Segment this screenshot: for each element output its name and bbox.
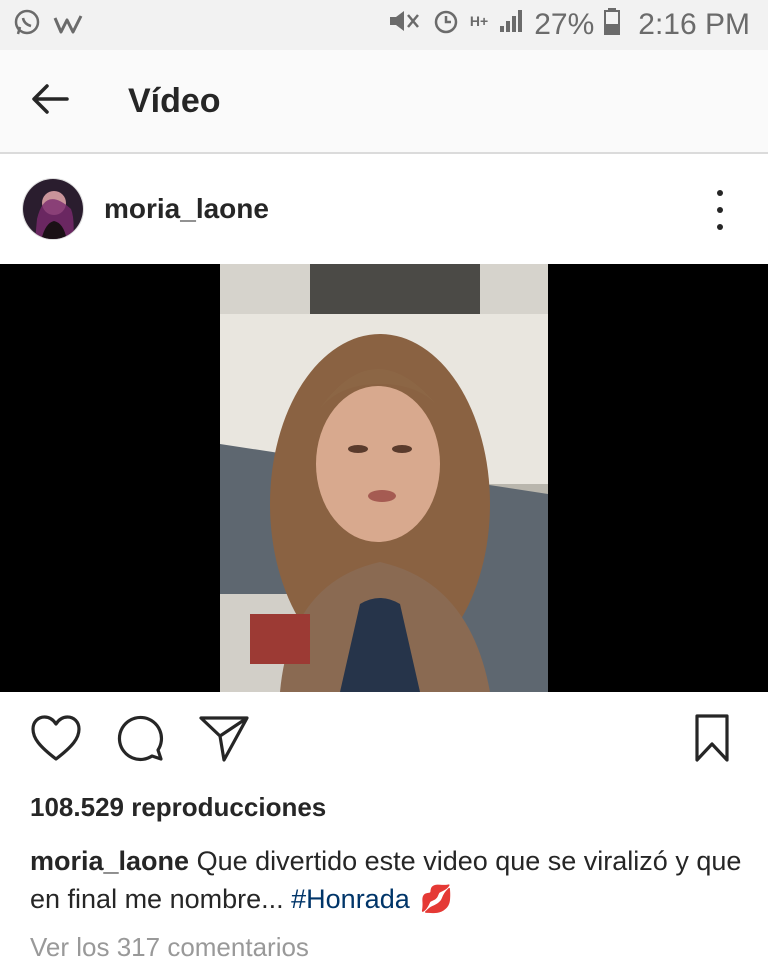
arrow-left-icon [31, 83, 69, 120]
alarm-icon [432, 7, 460, 43]
signal-icon [498, 8, 524, 42]
view-count: 108.529 reproducciones [30, 792, 327, 822]
mute-icon [386, 7, 422, 43]
bookmark-icon [692, 712, 732, 769]
post-actions [0, 706, 768, 776]
post-header: moria_laone [0, 156, 768, 262]
network-type: H+ [469, 13, 489, 29]
status-bar: H+ 27% 2:16 PM [0, 0, 768, 50]
comment-icon [114, 712, 166, 769]
caption: moria_laone Que divertido este video que… [30, 842, 750, 918]
wattpad-icon [52, 8, 86, 43]
page-title: Vídeo [128, 81, 221, 120]
battery-percent: 27% [534, 8, 595, 41]
share-button[interactable] [196, 712, 252, 768]
whatsapp-icon [12, 8, 42, 43]
view-comments-link[interactable]: Ver los 317 comentarios [30, 932, 309, 963]
save-button[interactable] [684, 712, 740, 768]
kiss-emoji: 💋 [419, 884, 454, 914]
video-player[interactable] [0, 264, 768, 692]
app-bar: Vídeo [0, 50, 768, 154]
post-username[interactable]: moria_laone [104, 193, 269, 225]
avatar[interactable] [22, 178, 84, 240]
comment-button[interactable] [112, 712, 168, 768]
more-options-button[interactable] [708, 190, 732, 230]
clock: 2:16 PM [638, 8, 750, 41]
share-icon [197, 712, 251, 769]
video-frame [220, 264, 548, 692]
back-button[interactable] [0, 51, 100, 151]
like-button[interactable] [28, 712, 84, 768]
caption-username[interactable]: moria_laone [30, 846, 189, 876]
caption-hashtag[interactable]: #Honrada [291, 884, 410, 914]
more-vertical-icon [717, 190, 723, 230]
battery-icon [604, 7, 621, 43]
heart-icon [29, 713, 83, 768]
